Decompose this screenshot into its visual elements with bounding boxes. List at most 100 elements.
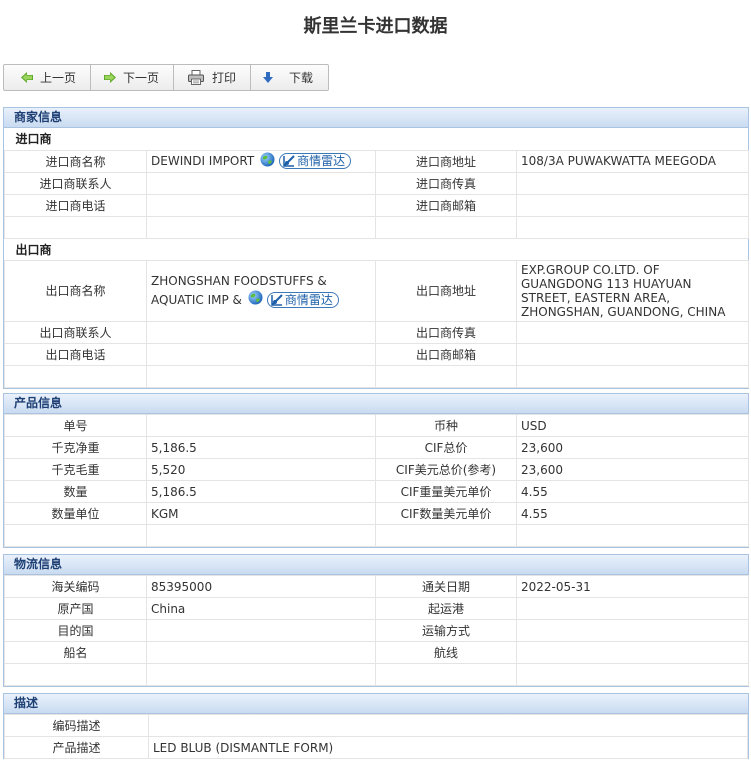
logistics-section-header: 物流信息 [4, 555, 748, 575]
exporter-email [515, 342, 750, 366]
logistics-value-cell [146, 619, 376, 642]
table-row [4, 364, 750, 388]
logistics-value-cell: 2022-05-31 [516, 575, 749, 598]
exporter-subtitle: 出口商 [15, 242, 52, 257]
table-row: 出口商联系人 出口商传真 [4, 320, 750, 344]
exporter-fax-label: 出口商传真 [375, 320, 517, 344]
arrow-left-icon [20, 71, 34, 85]
empty-cell [375, 524, 517, 547]
empty-cell [516, 524, 749, 547]
empty-cell [4, 524, 147, 547]
product-label-cell: CIF总价 [375, 436, 517, 459]
merchant-table: 进口商 进口商名称 DEWINDI IMPORT 商情雷达 进口商地址 108/… [4, 128, 750, 388]
logistics-label-cell: 原产国 [4, 597, 147, 620]
logistics-section: 物流信息 海关编码 85395000 通关日期 2022-05-31 原产国 China 起… [3, 554, 749, 687]
product-value-cell: KGM [146, 502, 376, 525]
importer-radar-label: 商情雷达 [297, 154, 346, 168]
merchant-section-header: 商家信息 [4, 108, 748, 128]
product-label-cell: 数量单位 [4, 502, 147, 525]
importer-address: 108/3A PUWAKWATTA MEEGODA [515, 149, 750, 173]
empty-cell [146, 524, 376, 547]
logistics-label-cell: 船名 [4, 641, 147, 664]
logistics-value-cell: China [146, 597, 376, 620]
table-row: 产品描述 LED BLUB (DISMANTLE FORM) [4, 736, 748, 759]
product-value-cell: USD [516, 414, 749, 437]
exporter-name-line1: ZHONGSHAN FOODSTUFFS & [151, 273, 327, 288]
download-button[interactable]: 下载 [251, 65, 328, 90]
empty-cell [375, 663, 517, 686]
logistics-label-cell: 通关日期 [375, 575, 517, 598]
logistics-value-cell [516, 641, 749, 664]
logistics-label-cell: 海关编码 [4, 575, 147, 598]
logistics-table: 海关编码 85395000 通关日期 2022-05-31 原产国 China 起运港 目的国… [4, 575, 749, 686]
table-row: 数量 5,186.5 CIF重量美元单价 4.55 [4, 480, 749, 503]
table-row [4, 663, 749, 686]
logistics-value-cell [146, 641, 376, 664]
logistics-value-cell [516, 597, 749, 620]
table-row: 海关编码 85395000 通关日期 2022-05-31 [4, 575, 749, 598]
table-row: 进口商电话 进口商邮箱 [4, 193, 750, 217]
download-label: 下载 [289, 71, 314, 85]
product-section: 产品信息 单号 币种 USD 千克净重 5,186.5 CIF总价 23,600 千克毛重 5,… [3, 393, 749, 548]
description-section: 描述 编码描述 产品描述 LED BLUB (DISMANTLE FORM) [3, 693, 749, 759]
product-value-cell: 5,186.5 [146, 480, 376, 503]
description-table: 编码描述 产品描述 LED BLUB (DISMANTLE FORM) [4, 714, 748, 759]
printer-icon [188, 70, 204, 85]
table-row: 原产国 China 起运港 [4, 597, 749, 620]
empty-cell [4, 663, 147, 686]
exporter-name-label: 出口商名称 [4, 259, 147, 322]
exporter-radar-button[interactable]: 商情雷达 [266, 291, 339, 308]
print-label: 打印 [212, 71, 237, 85]
product-value-cell: 23,600 [516, 458, 749, 481]
prev-page-button[interactable]: 上一页 [4, 65, 91, 90]
product-value-cell: 5,186.5 [146, 436, 376, 459]
product-desc: LED BLUB (DISMANTLE FORM) [148, 736, 748, 759]
exporter-contact-label: 出口商联系人 [4, 320, 147, 344]
product-label-cell: 千克净重 [4, 436, 147, 459]
importer-radar-button[interactable]: 商情雷达 [279, 153, 352, 169]
product-value-cell [146, 414, 376, 437]
importer-email-label: 进口商邮箱 [375, 193, 517, 217]
importer-contact-label: 进口商联系人 [4, 171, 147, 195]
importer-subtitle: 进口商 [15, 132, 52, 147]
product-value-cell: 5,520 [146, 458, 376, 481]
product-label-cell: CIF美元总价(参考) [375, 458, 517, 481]
code-desc-label: 编码描述 [4, 714, 149, 737]
product-section-header: 产品信息 [4, 394, 748, 414]
next-page-label: 下一页 [123, 71, 160, 85]
table-row: 进口商名称 DEWINDI IMPORT 商情雷达 进口商地址 108/3A P… [4, 149, 750, 173]
product-value-cell: 23,600 [516, 436, 749, 459]
product-label-cell: 币种 [375, 414, 517, 437]
exporter-address: EXP.GROUP CO.LTD. OF GUANGDONG 113 HUAYU… [515, 259, 750, 322]
exporter-name-cell: ZHONGSHAN FOODSTUFFS & AQUATIC IMP & 商情雷… [146, 259, 376, 322]
table-row: 目的国 运输方式 [4, 619, 749, 642]
table-row: 出口商电话 出口商邮箱 [4, 342, 750, 366]
exporter-contact [146, 320, 376, 344]
toolbar: 上一页 下一页 打印 下载 [3, 64, 329, 91]
radar-icon [283, 155, 295, 167]
exporter-phone [146, 342, 376, 366]
importer-phone-label: 进口商电话 [4, 193, 147, 217]
product-value-cell: 4.55 [516, 480, 749, 503]
table-row [4, 524, 749, 547]
logistics-label-cell: 航线 [375, 641, 517, 664]
importer-phone [146, 193, 376, 217]
globe-icon[interactable] [248, 290, 263, 310]
product-label-cell: 千克毛重 [4, 458, 147, 481]
description-section-header: 描述 [4, 694, 748, 714]
arrow-down-icon [261, 71, 275, 85]
prev-page-label: 上一页 [40, 71, 77, 85]
next-page-button[interactable]: 下一页 [91, 65, 174, 90]
importer-address-label: 进口商地址 [375, 149, 517, 173]
product-label-cell: CIF重量美元单价 [375, 480, 517, 503]
product-label-cell: CIF数量美元单价 [375, 502, 517, 525]
exporter-email-label: 出口商邮箱 [375, 342, 517, 366]
radar-icon [271, 293, 283, 306]
table-row: 出口商名称 ZHONGSHAN FOODSTUFFS & AQUATIC IMP… [4, 259, 750, 322]
table-row: 千克毛重 5,520 CIF美元总价(参考) 23,600 [4, 458, 749, 481]
globe-icon[interactable] [260, 152, 275, 170]
print-button[interactable]: 打印 [174, 65, 251, 90]
importer-name-label: 进口商名称 [4, 149, 147, 173]
exporter-fax [515, 320, 750, 344]
table-row: 船名 航线 [4, 641, 749, 664]
